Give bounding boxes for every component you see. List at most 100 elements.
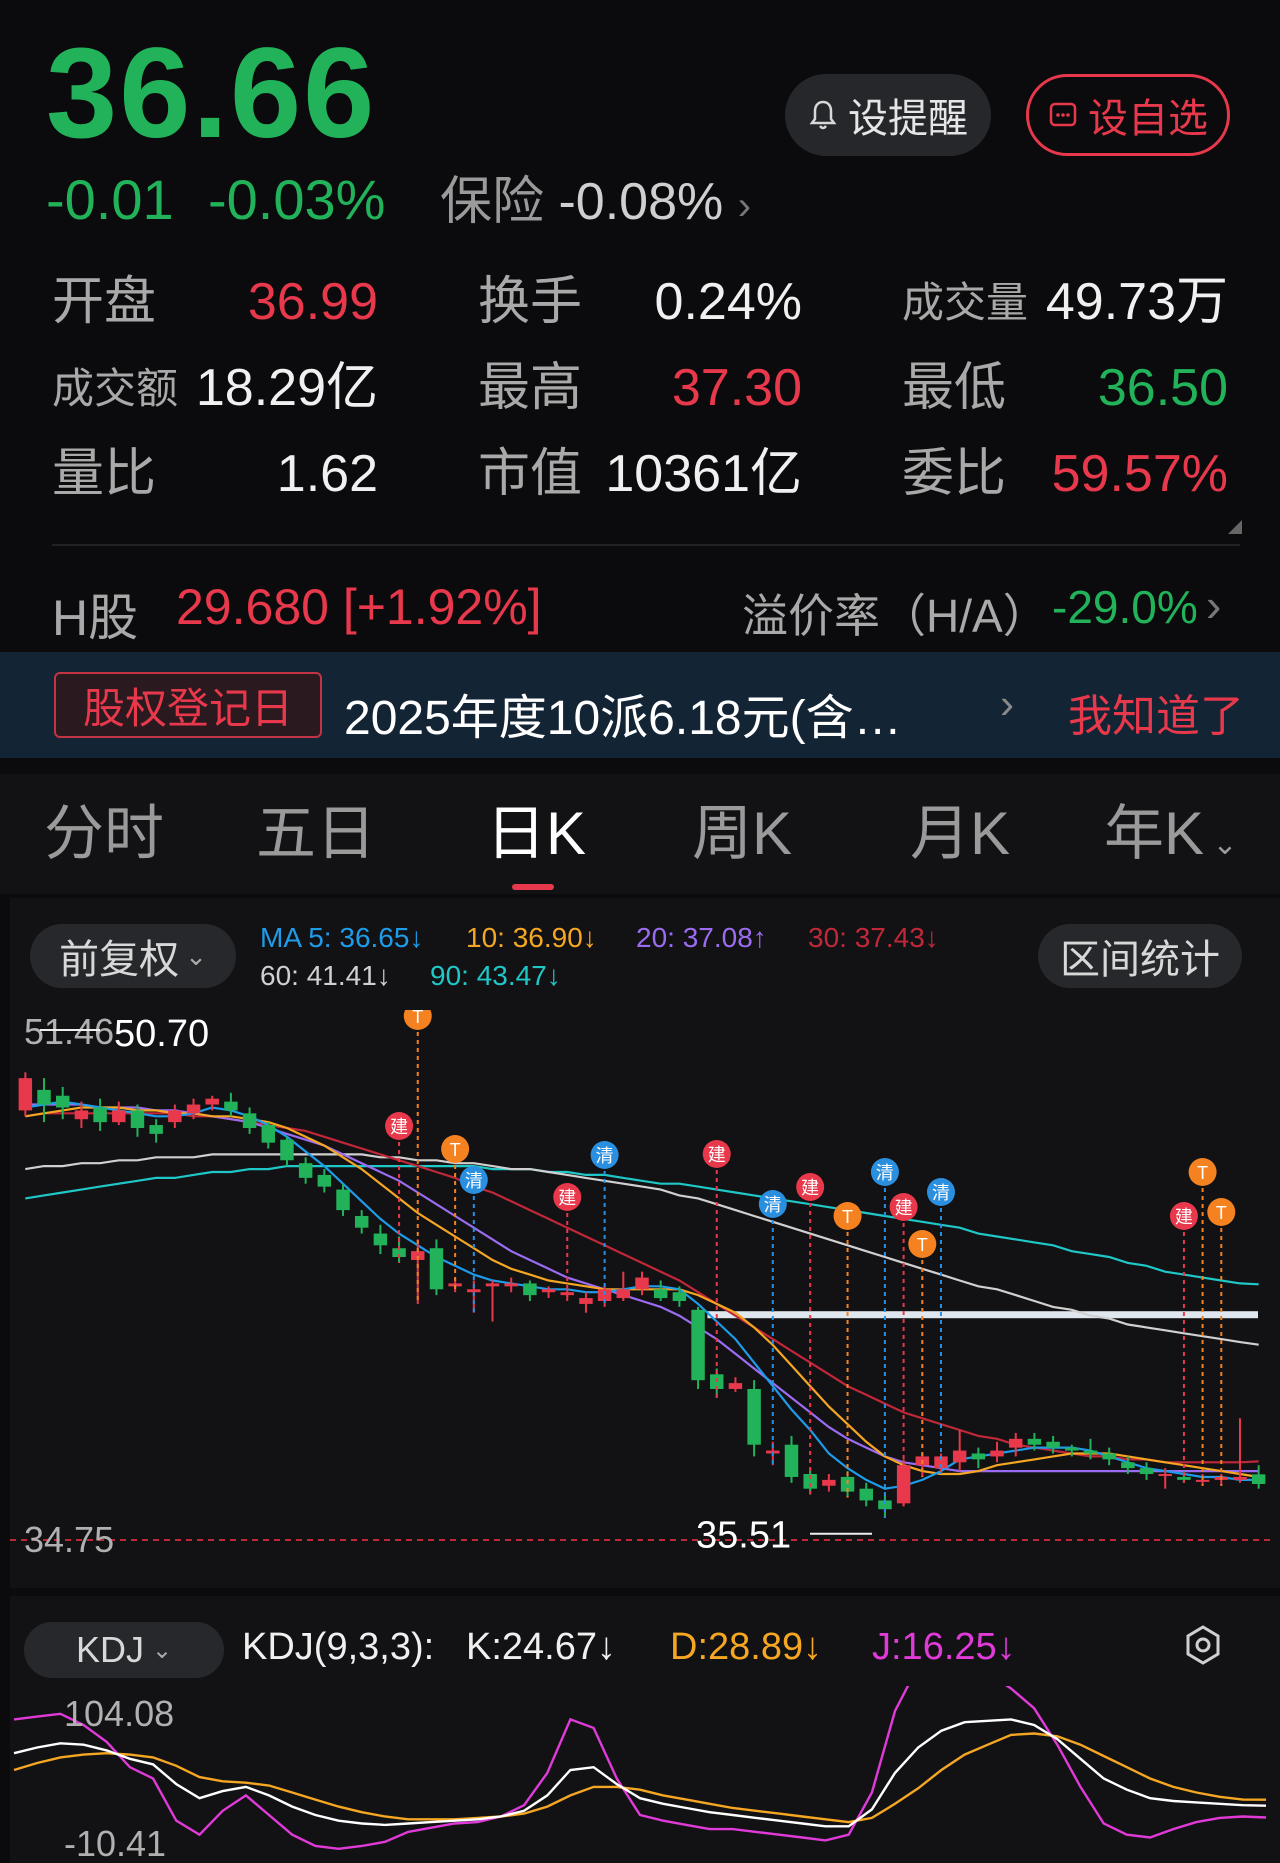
- candle-body: [112, 1110, 126, 1123]
- amount-value: 18.29亿: [195, 359, 378, 417]
- signal-label: T: [1197, 1163, 1208, 1183]
- tab-monthly-k[interactable]: 月K: [910, 804, 1010, 864]
- signal-label: 清: [932, 1183, 950, 1203]
- add-watchlist-label: 设自选: [1088, 97, 1208, 141]
- max-price-label: 50.70: [114, 1013, 209, 1055]
- tab-five-day[interactable]: 五日: [256, 804, 376, 864]
- candle-body: [1158, 1474, 1172, 1477]
- candle-body: [55, 1095, 70, 1108]
- last-price: 36.66: [46, 22, 377, 165]
- ma10-legend: 10: 36.90↓: [466, 922, 597, 953]
- candle-body: [747, 1388, 761, 1445]
- price-change: -0.01: [46, 168, 174, 231]
- kdj-y-bottom-label: -10.41: [64, 1823, 166, 1863]
- sector-change: -0.08%: [558, 173, 724, 231]
- signal-label: T: [450, 1140, 461, 1160]
- ma5-legend: MA 5: 36.65↓: [260, 922, 424, 953]
- candle-body: [242, 1113, 257, 1129]
- adjust-mode-label: 前复权: [59, 938, 180, 982]
- signal-label: 建: [801, 1178, 819, 1198]
- chevron-right-icon[interactable]: ›: [1000, 680, 1014, 728]
- turnover-value: 0.24%: [654, 273, 802, 331]
- candle-body: [1046, 1441, 1060, 1448]
- kdj-k-line: [13, 1718, 1267, 1828]
- candle-body: [822, 1479, 836, 1486]
- signal-label: 清: [764, 1195, 782, 1215]
- premium-label[interactable]: 溢价率（H/A）: [742, 580, 1049, 646]
- candle-body: [971, 1453, 986, 1460]
- adjust-mode-dropdown[interactable]: 前复权 ⌄: [30, 924, 236, 988]
- open-value: 36.99: [247, 273, 378, 331]
- add-watchlist-button[interactable]: 设自选: [1026, 74, 1230, 156]
- candle-body: [354, 1215, 369, 1228]
- candle-body: [1139, 1468, 1154, 1475]
- kdj-chart[interactable]: 104.08 -10.41: [10, 1686, 1272, 1863]
- signal-label: T: [842, 1207, 853, 1227]
- tab-daily-k[interactable]: 日K: [486, 804, 586, 864]
- signal-label: 建: [1175, 1207, 1193, 1227]
- candle-body: [205, 1098, 219, 1105]
- candle-body: [1083, 1450, 1098, 1454]
- candle-body: [1233, 1476, 1247, 1480]
- signal-label: T: [1216, 1203, 1227, 1223]
- tab-weekly-k[interactable]: 周K: [692, 804, 792, 864]
- volume-value: 49.73万: [1045, 273, 1228, 331]
- set-alert-button[interactable]: 设提醒: [785, 74, 991, 156]
- bell-icon: [809, 100, 837, 130]
- market-cap-value: 10361亿: [605, 445, 802, 503]
- signal-label: 建: [708, 1145, 726, 1165]
- tab-yearly-k-label: 年K: [1104, 800, 1205, 867]
- sector-link[interactable]: 保险 -0.08% ›: [440, 176, 751, 228]
- tab-intraday[interactable]: 分时: [44, 804, 164, 864]
- candle-body: [485, 1283, 500, 1287]
- indicator-dropdown[interactable]: KDJ ⌄: [24, 1622, 224, 1678]
- candle-body: [317, 1174, 332, 1187]
- premium-value[interactable]: -29.0%: [1052, 580, 1198, 634]
- candle-body: [168, 1110, 182, 1123]
- amount-label: 成交额: [52, 365, 179, 412]
- signal-label: 清: [596, 1146, 614, 1166]
- candle-body: [18, 1078, 33, 1111]
- kdj-d-value: D:28.89↓: [670, 1626, 823, 1668]
- candle-body: [467, 1289, 481, 1293]
- signal-label: T: [412, 1010, 423, 1027]
- y-axis-top-label: 51.46: [24, 1011, 114, 1052]
- signal-label: 建: [895, 1198, 913, 1218]
- candle-body: [859, 1488, 873, 1501]
- settings-icon[interactable]: [1184, 1624, 1222, 1666]
- candle-body: [541, 1289, 556, 1293]
- kdj-j-value: J:16.25↓: [872, 1626, 1016, 1668]
- candle-body: [280, 1139, 294, 1161]
- notice-tag: 股权登记日: [54, 672, 322, 738]
- chevron-right-icon[interactable]: ›: [1206, 578, 1221, 632]
- candle-body: [1121, 1462, 1135, 1469]
- kdj-params: KDJ(9,3,3):: [242, 1626, 435, 1668]
- ma5-line: [25, 1100, 1259, 1490]
- candle-body: [149, 1125, 163, 1134]
- active-tab-indicator: [512, 884, 554, 890]
- candle-body: [186, 1104, 201, 1114]
- range-stats-button[interactable]: 区间统计: [1038, 924, 1242, 988]
- resistance-line: [707, 1311, 1258, 1319]
- kdj-k-value: K:24.67↓: [466, 1626, 616, 1668]
- volume-ratio-value: 1.62: [276, 445, 378, 503]
- dismiss-notice-button[interactable]: 我知道了: [1068, 680, 1244, 744]
- candle-body: [728, 1383, 743, 1389]
- tab-yearly-k[interactable]: 年K ⌄: [1104, 804, 1238, 864]
- low-label: 最低: [902, 359, 1007, 417]
- candle-body: [1102, 1453, 1116, 1460]
- candle-body: [336, 1189, 350, 1211]
- candle-body: [504, 1283, 518, 1287]
- candle-body: [130, 1110, 145, 1129]
- signal-label: 建: [390, 1117, 408, 1137]
- ma90-line: [25, 1165, 1259, 1286]
- expand-corner-icon[interactable]: [1228, 520, 1242, 534]
- chevron-right-icon: ›: [737, 184, 752, 228]
- candlestick-chart[interactable]: 51.4634.7550.7035.51T建T清建清 建清建T清建T清T建 T: [10, 1010, 1272, 1580]
- candle-body: [672, 1292, 687, 1302]
- candle-body: [523, 1283, 537, 1296]
- candle-body: [1177, 1476, 1191, 1480]
- notice-text[interactable]: 2025年度10派6.18元(含…: [344, 678, 902, 748]
- signal-label: 建: [558, 1188, 576, 1208]
- candle-body: [691, 1309, 705, 1381]
